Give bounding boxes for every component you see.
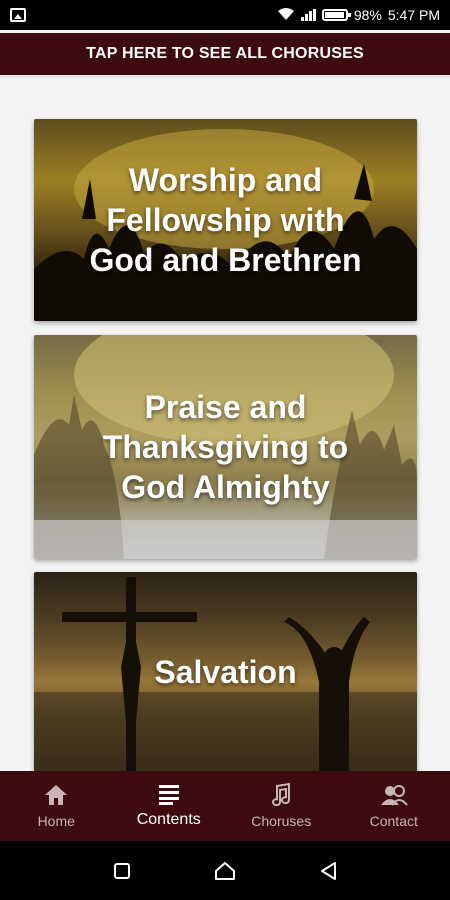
- app-screen: 98% 5:47 PM TAP HERE TO SEE ALL CHORUSES…: [0, 0, 450, 900]
- back-button[interactable]: [315, 858, 341, 884]
- music-note-icon: [269, 783, 293, 807]
- recents-button[interactable]: [109, 858, 135, 884]
- category-card-praise[interactable]: Praise and Thanksgiving to God Almighty: [34, 335, 417, 559]
- wifi-icon: [277, 7, 295, 24]
- home-icon: [43, 783, 69, 807]
- category-card-salvation[interactable]: Salvation: [34, 572, 417, 771]
- banner-label: TAP HERE TO SEE ALL CHORUSES: [86, 45, 364, 62]
- status-bar: 98% 5:47 PM: [0, 0, 450, 30]
- category-card-worship[interactable]: Worship and Fellowship with God and Bret…: [34, 119, 417, 321]
- home-button[interactable]: [212, 858, 238, 884]
- nav-item-home[interactable]: Home: [0, 771, 113, 841]
- contacts-icon: [379, 783, 409, 807]
- nav-item-choruses[interactable]: Choruses: [225, 771, 338, 841]
- status-time: 5:47 PM: [387, 7, 440, 23]
- android-navigation-bar: [0, 841, 450, 900]
- list-icon: [157, 783, 181, 805]
- nav-label: Home: [37, 813, 75, 829]
- bottom-navigation: Home Contents Choruses Contact: [0, 771, 450, 841]
- contents-list: Worship and Fellowship with God and Bret…: [0, 81, 450, 771]
- card-title: Salvation: [154, 654, 297, 690]
- battery-percent: 98%: [353, 7, 382, 23]
- gallery-notification-icon: [10, 8, 26, 22]
- nav-item-contents[interactable]: Contents: [113, 771, 226, 841]
- nav-label: Contents: [136, 811, 201, 828]
- signal-icon: [300, 9, 316, 21]
- nav-label: Contact: [369, 813, 418, 829]
- home-outline-icon: [214, 861, 235, 880]
- back-triangle-icon: [321, 861, 337, 880]
- battery-icon: [321, 9, 351, 21]
- square-icon: [113, 862, 130, 879]
- card-title: Praise and Thanksgiving to God Almighty: [102, 389, 349, 505]
- see-all-choruses-banner[interactable]: TAP HERE TO SEE ALL CHORUSES: [0, 33, 450, 78]
- nav-label: Choruses: [251, 813, 312, 829]
- card-title: Worship and Fellowship with God and Bret…: [89, 162, 362, 278]
- nav-item-contact[interactable]: Contact: [338, 771, 450, 841]
